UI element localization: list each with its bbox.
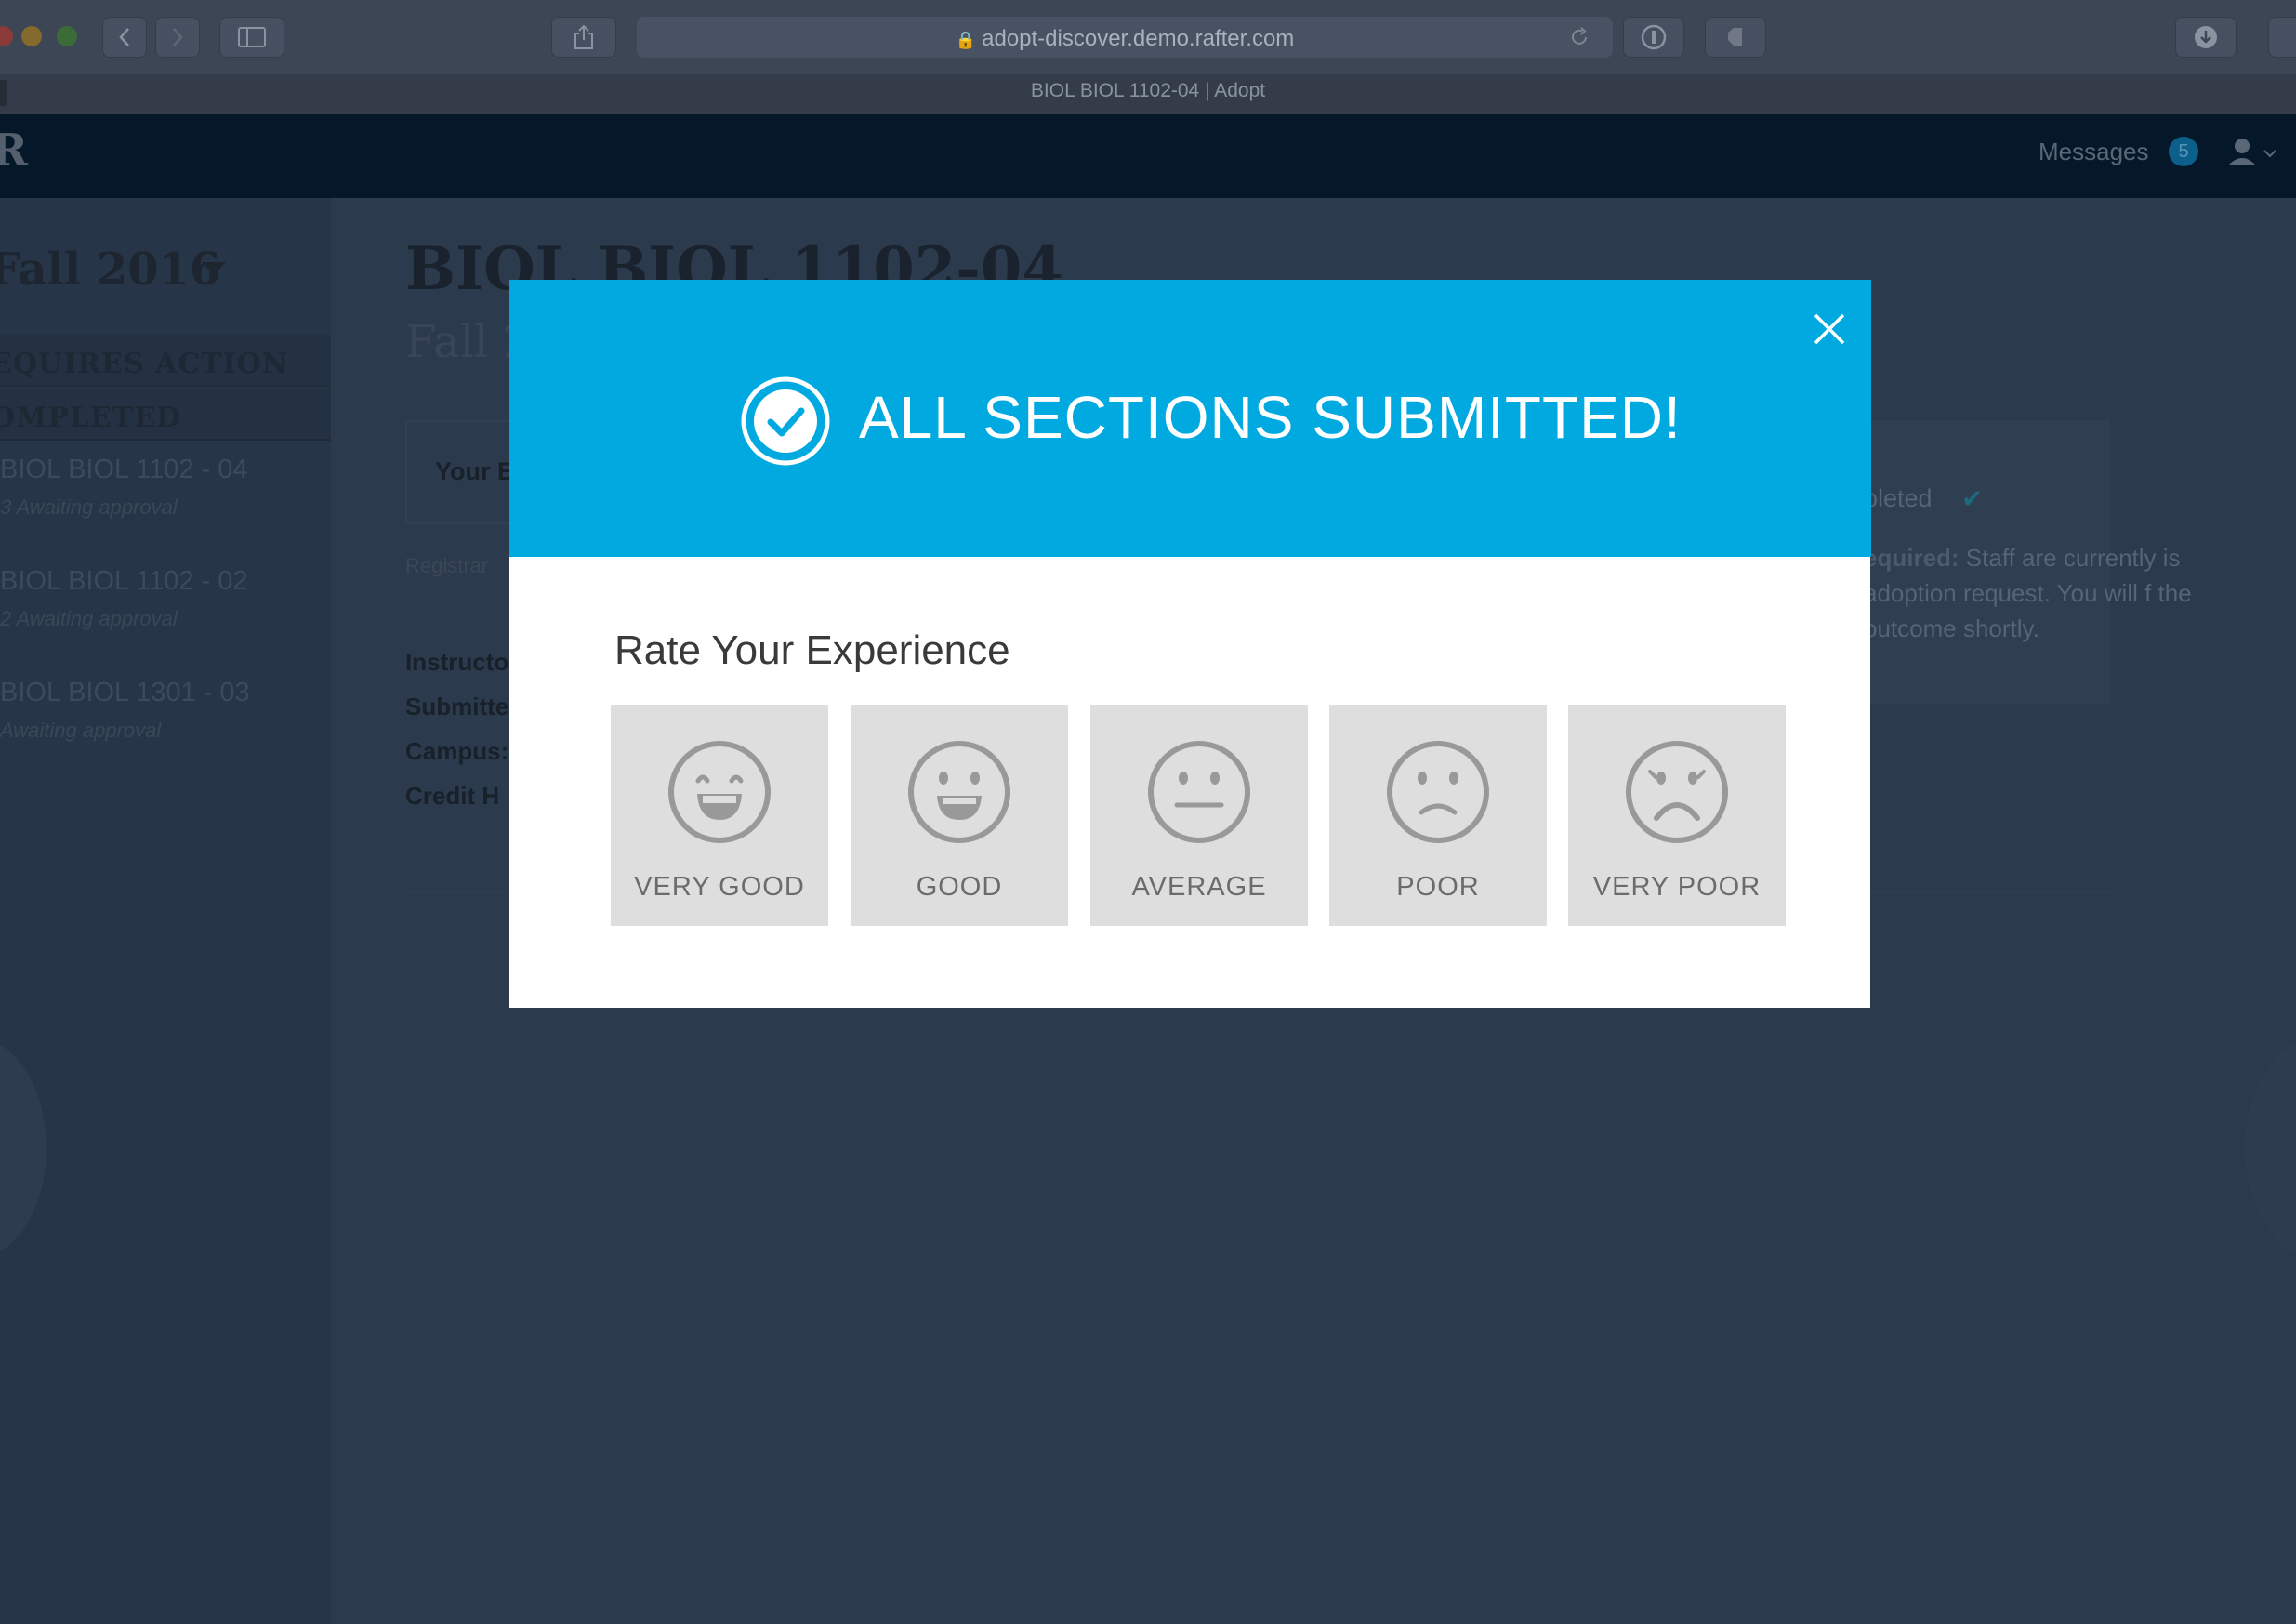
tab-title[interactable]: BIOL BIOL 1102-04 | Adopt [0, 80, 2296, 102]
required-label: equired: [1864, 544, 1960, 572]
rating-poor-button[interactable]: POOR [1329, 705, 1547, 926]
rating-label: VERY POOR [1592, 872, 1762, 902]
detail-campus: Campus: [405, 737, 509, 765]
close-icon[interactable] [1813, 312, 1846, 346]
rating-label: AVERAGE [1131, 872, 1267, 902]
share-icon [574, 24, 593, 49]
status-required-text: equired: Staff are currently is adoption… [1864, 540, 2217, 646]
detail-submitted: Submitte [405, 693, 509, 720]
user-menu[interactable] [2225, 136, 2281, 174]
evernote-icon [1728, 28, 1742, 46]
rafter-logo[interactable]: R [0, 125, 28, 177]
filter-label: EQUIRES ACTION [0, 348, 289, 380]
chevron-right-icon [173, 28, 183, 46]
password-key-icon [1641, 24, 1667, 50]
course-name: BIOL BIOL 1301 - 03 [0, 678, 250, 707]
user-icon [2228, 139, 2276, 165]
poor-face-icon [1387, 741, 1489, 843]
url-value: adopt-discover.demo.rafter.com [982, 26, 1295, 51]
reload-icon[interactable] [1569, 27, 1590, 47]
address-bar[interactable]: 🔒 adopt-discover.demo.rafter.com [637, 17, 1613, 58]
course-name: BIOL BIOL 1102 - 04 [0, 455, 248, 484]
course-status: 3 Awaiting approval [0, 495, 178, 519]
filter-label: OMPLETED [0, 402, 182, 434]
caret-down-icon [202, 262, 226, 275]
sidebar-toggle-button[interactable] [219, 17, 284, 58]
good-face-icon [908, 741, 1010, 843]
extension-button[interactable] [1705, 17, 1766, 58]
rating-good-button[interactable]: GOOD [851, 705, 1068, 926]
share-button[interactable] [551, 17, 616, 58]
average-face-icon [1148, 741, 1250, 843]
rating-very-poor-button[interactable]: VERY POOR [1568, 705, 1786, 926]
sidebar-icon [238, 27, 266, 47]
forward-button[interactable] [155, 17, 200, 58]
lock-icon: 🔒 [955, 31, 977, 49]
course-name: BIOL BIOL 1102 - 02 [0, 566, 248, 596]
term-selector[interactable]: Fall 2016 [0, 244, 220, 296]
download-icon [2195, 26, 2217, 48]
status-completed: pleted [1864, 484, 1933, 512]
rate-experience-heading: Rate Your Experience [614, 627, 1010, 673]
course-status: Awaiting approval [0, 719, 162, 742]
browser-chrome: 🔒 adopt-discover.demo.rafter.com BIOL BIO… [0, 0, 2296, 114]
rating-label: GOOD [916, 872, 1003, 902]
filter-completed[interactable]: OMPLETED [0, 389, 331, 441]
your-books-label: Your E [435, 457, 515, 485]
app-navbar [0, 114, 2296, 198]
new-tab-button[interactable] [2268, 17, 2296, 58]
sidebar-course-item[interactable]: BIOL BIOL 1102 - 04 3 Awaiting approval [0, 442, 331, 551]
registrar-text: Registrar [405, 554, 489, 577]
back-button[interactable] [102, 17, 147, 58]
sidebar-course-item[interactable]: BIOL BIOL 1301 - 03 Awaiting approval [0, 665, 331, 774]
detail-instructor: Instructo [405, 648, 509, 676]
rating-label: VERY GOOD [634, 872, 805, 902]
rating-very-good-button[interactable]: VERY GOOD [611, 705, 828, 926]
sidebar-course-item[interactable]: BIOL BIOL 1102 - 02 2 Awaiting approval [0, 553, 331, 663]
chevron-left-icon [119, 28, 129, 46]
detail-credit-hours: Credit H [405, 782, 500, 810]
course-status: 2 Awaiting approval [0, 607, 178, 630]
filter-requires-action[interactable]: EQUIRES ACTION [0, 335, 331, 387]
maximize-window-button[interactable] [57, 26, 77, 46]
rating-label: POOR [1396, 872, 1480, 902]
modal-title: ALL SECTIONS SUBMITTED! [859, 384, 1682, 451]
right-scroll-handle [2245, 1036, 2296, 1260]
very-good-face-icon [668, 741, 771, 843]
checkmark-icon: ✔ [1961, 484, 1984, 513]
messages-link[interactable]: Messages [2039, 138, 2149, 166]
downloads-button[interactable] [2175, 17, 2237, 58]
very-poor-face-icon [1626, 741, 1728, 843]
rating-average-button[interactable]: AVERAGE [1090, 705, 1308, 926]
password-button[interactable] [1623, 17, 1684, 58]
minimize-window-button[interactable] [21, 26, 42, 46]
messages-count-badge: 5 [2169, 137, 2198, 166]
check-circle-icon [741, 376, 830, 466]
url-text: 🔒 adopt-discover.demo.rafter.com [637, 26, 1613, 52]
